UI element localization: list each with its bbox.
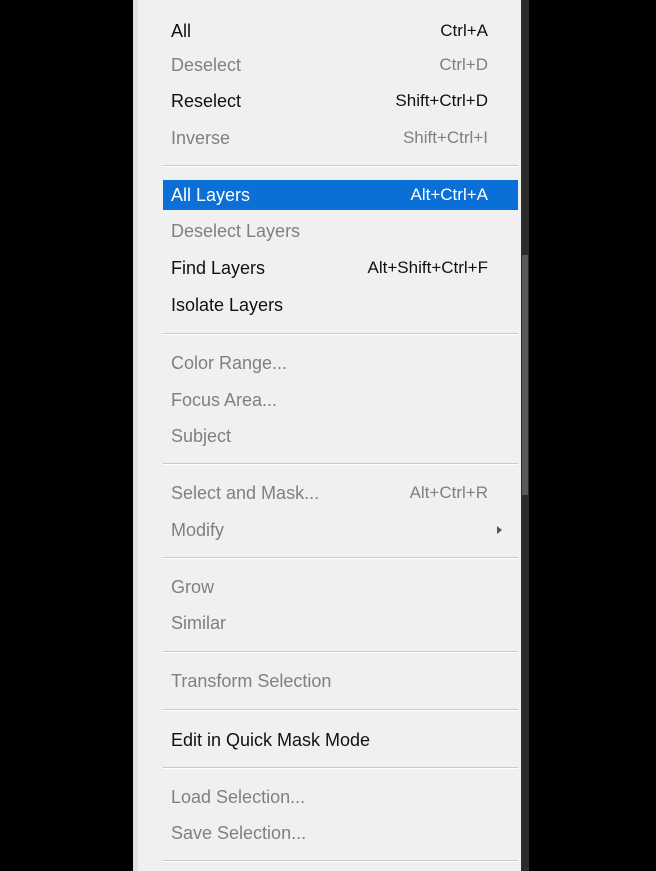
menu-item-all-shortcut: Ctrl+A (440, 21, 488, 40)
menu-separator (163, 860, 518, 862)
menu-item-select-and-mask-shortcut: Alt+Ctrl+R (409, 483, 488, 502)
menu-item-deselect-layers[interactable]: Deselect Layers (163, 216, 518, 246)
menu-separator (163, 463, 518, 465)
menu-item-select-and-mask-label: Select and Mask... (171, 483, 320, 503)
menu-item-reselect-label: Reselect (171, 91, 242, 111)
menu-item-all[interactable]: All Ctrl+A (163, 16, 518, 46)
menu-item-inverse[interactable]: Inverse Shift+Ctrl+I (163, 123, 518, 153)
menu-item-quick-mask-label: Edit in Quick Mask Mode (171, 730, 371, 750)
menu-separator (163, 651, 518, 653)
menu-item-modify-label: Modify (171, 520, 225, 540)
select-menu: All Ctrl+A Deselect Ctrl+D Reselect Shif… (133, 0, 521, 871)
menu-item-subject[interactable]: Subject (163, 421, 518, 451)
menu-item-modify[interactable]: Modify (163, 515, 518, 545)
menu-item-save-selection[interactable]: Save Selection... (163, 818, 518, 848)
menu-item-grow-label: Grow (171, 577, 215, 597)
menu-item-deselect[interactable]: Deselect Ctrl+D (163, 50, 518, 80)
menu-item-save-selection-label: Save Selection... (171, 823, 307, 843)
background-scrollbar[interactable] (521, 0, 529, 871)
menu-left-strip (133, 0, 138, 871)
submenu-arrow-icon (497, 526, 502, 534)
menu-item-reselect-shortcut: Shift+Ctrl+D (395, 91, 488, 110)
menu-item-select-and-mask[interactable]: Select and Mask... Alt+Ctrl+R (163, 478, 518, 508)
menu-item-deselect-label: Deselect (171, 55, 242, 75)
menu-item-transform-selection[interactable]: Transform Selection (163, 666, 518, 696)
menu-item-load-selection[interactable]: Load Selection... (163, 782, 518, 812)
menu-separator (163, 165, 518, 167)
menu-item-similar-label: Similar (171, 613, 227, 633)
menu-item-subject-label: Subject (171, 426, 232, 446)
menu-item-all-layers-shortcut: Alt+Ctrl+A (410, 185, 488, 204)
menu-item-quick-mask[interactable]: Edit in Quick Mask Mode (163, 725, 518, 755)
menu-separator (163, 333, 518, 335)
menu-item-isolate-layers-label: Isolate Layers (171, 295, 284, 315)
background-scrollbar-thumb[interactable] (522, 255, 528, 495)
menu-item-focus-area-label: Focus Area... (171, 390, 278, 410)
menu-item-color-range-label: Color Range... (171, 353, 288, 373)
menu-item-load-selection-label: Load Selection... (171, 787, 306, 807)
menu-item-all-layers[interactable]: All Layers Alt+Ctrl+A (163, 180, 518, 210)
menu-item-find-layers-shortcut: Alt+Shift+Ctrl+F (367, 258, 488, 277)
menu-item-transform-selection-label: Transform Selection (171, 671, 332, 691)
menu-item-reselect[interactable]: Reselect Shift+Ctrl+D (163, 86, 518, 116)
menu-item-all-layers-label: All Layers (171, 185, 251, 205)
menu-item-grow[interactable]: Grow (163, 572, 518, 602)
menu-item-inverse-label: Inverse (171, 128, 231, 148)
menu-item-color-range[interactable]: Color Range... (163, 348, 518, 378)
menu-item-find-layers[interactable]: Find Layers Alt+Shift+Ctrl+F (163, 253, 518, 283)
menu-item-all-label: All (171, 21, 192, 41)
menu-item-find-layers-label: Find Layers (171, 258, 266, 278)
menu-item-deselect-shortcut: Ctrl+D (439, 55, 488, 74)
menu-item-similar[interactable]: Similar (163, 608, 518, 638)
menu-item-deselect-layers-label: Deselect Layers (171, 221, 301, 241)
menu-separator (163, 767, 518, 769)
menu-separator (163, 709, 518, 711)
menu-item-isolate-layers[interactable]: Isolate Layers (163, 290, 518, 320)
menu-separator (163, 557, 518, 559)
menu-item-focus-area[interactable]: Focus Area... (163, 385, 518, 415)
menu-item-inverse-shortcut: Shift+Ctrl+I (402, 128, 488, 147)
